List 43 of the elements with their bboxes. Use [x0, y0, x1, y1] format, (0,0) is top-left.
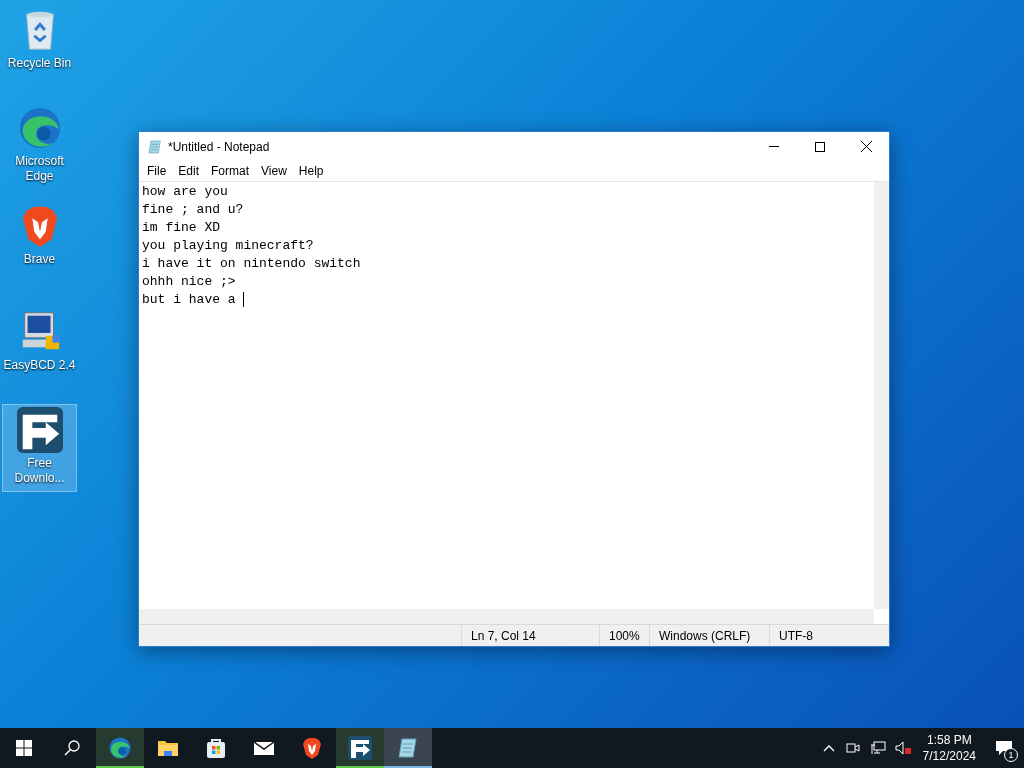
taskbar-app-button[interactable] — [336, 728, 384, 768]
vertical-scrollbar[interactable] — [874, 182, 889, 609]
minimize-icon — [769, 146, 779, 147]
menu-item[interactable]: Help — [292, 162, 330, 180]
text-line: i have it on nintendo switch — [142, 255, 361, 273]
horizontal-scrollbar[interactable] — [139, 609, 874, 624]
text-line: you playing minecraft? — [142, 237, 314, 255]
menu-item[interactable]: View — [255, 162, 293, 180]
clock[interactable]: 1:58 PM 7/12/2024 — [914, 732, 984, 764]
windows-logo-icon — [16, 740, 32, 756]
maximize-icon — [815, 141, 825, 152]
taskbar-app-button[interactable] — [96, 728, 144, 768]
clock-time: 1:58 PM — [926, 732, 972, 748]
notification-button[interactable]: 1 — [984, 728, 1024, 768]
notepad-icon — [396, 736, 420, 760]
text-line: how are you — [142, 183, 228, 201]
menu-item[interactable]: Edit — [172, 162, 206, 180]
search-icon — [64, 740, 80, 756]
status-text: Windows (CRLF) — [649, 625, 769, 646]
close-icon — [860, 141, 872, 152]
network-icon[interactable] — [869, 741, 886, 755]
shopping-bag-icon — [204, 736, 228, 760]
text-line: fine ; and u? — [142, 201, 244, 219]
status-text: UTF-8 — [769, 625, 869, 646]
edge-icon — [108, 736, 132, 760]
lion-icon — [300, 736, 324, 760]
chevron-up-icon[interactable] — [822, 744, 835, 752]
status-text: Ln 7, Col 14 — [461, 625, 599, 646]
clock-date: 7/12/2024 — [922, 748, 976, 764]
text-line: ohhh nice ;> — [142, 273, 236, 291]
window-title: *Untitled - Notepad — [168, 138, 270, 156]
menu-item[interactable]: Format — [205, 162, 256, 180]
text-area[interactable]: how are you fine ; and u? im fine XD you playing minecraft? i have it on nintendo switch ohhh nice ;> but i have a — [139, 182, 874, 609]
camera-icon[interactable] — [845, 741, 860, 755]
status-text: 100% — [599, 625, 649, 646]
menu-item[interactable]: File — [141, 162, 173, 180]
message-icon — [995, 740, 1013, 756]
text-line: but i have a — [142, 291, 245, 309]
notepad-icon — [147, 138, 163, 155]
taskbar-app-button[interactable] — [384, 728, 432, 768]
muted-speaker-icon[interactable] — [894, 741, 911, 755]
notification-badge: 1 — [1004, 748, 1018, 762]
text-line: im fine XD — [142, 219, 220, 237]
